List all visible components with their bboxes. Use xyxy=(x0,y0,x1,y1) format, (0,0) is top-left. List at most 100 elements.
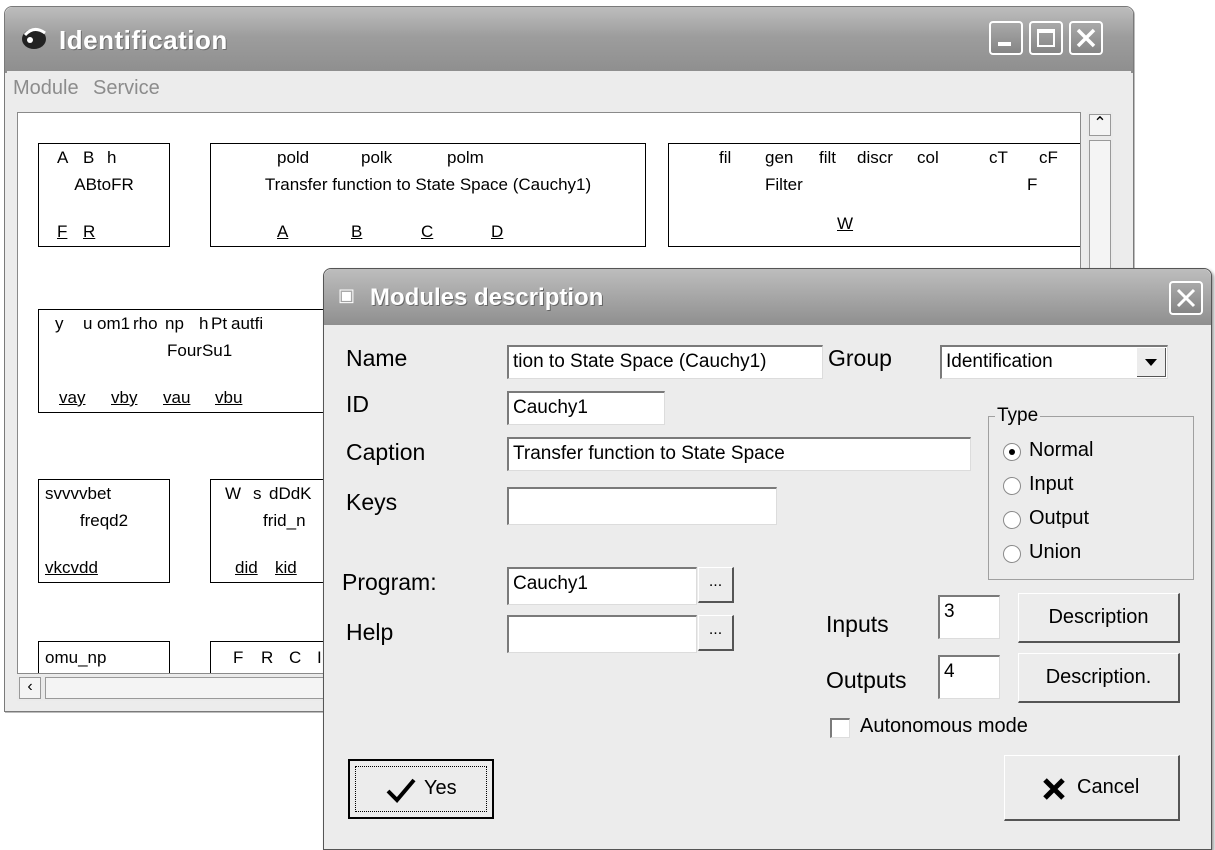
input-port: C xyxy=(289,648,302,667)
module-name: ABtoFR xyxy=(74,175,134,194)
output-port: F xyxy=(57,222,68,241)
scroll-left-icon[interactable]: ‹ xyxy=(19,677,41,699)
app-icon xyxy=(22,28,46,49)
help-field[interactable] xyxy=(507,615,697,653)
output-port: did xyxy=(235,558,258,577)
input-port: Pt xyxy=(211,314,228,333)
input-port: h xyxy=(199,314,209,333)
input-port: fil xyxy=(719,148,732,167)
module-tf2ss[interactable]: pold polk polm Transfer function to Stat… xyxy=(210,143,646,247)
menu-service[interactable]: Service xyxy=(93,77,160,100)
output-port: vbu xyxy=(215,388,243,407)
id-field[interactable]: Cauchy1 xyxy=(507,391,665,425)
menu-module[interactable]: Module xyxy=(13,77,79,100)
outputs-field[interactable]: 4 xyxy=(938,655,1000,699)
module-abtofr[interactable]: A B h ABtoFR F R xyxy=(38,143,170,247)
type-option-output: Output xyxy=(1029,507,1090,529)
module-name: Filter xyxy=(765,175,803,194)
input-port: dDdK xyxy=(269,484,312,503)
maximize-button[interactable] xyxy=(1029,21,1063,55)
outputs-description-button[interactable]: Description. xyxy=(1018,653,1180,703)
output-port: vby xyxy=(111,388,138,407)
inputs-description-button[interactable]: Description xyxy=(1018,593,1180,643)
module-name: Transfer function to State Space (Cauchy… xyxy=(264,175,592,194)
x-icon xyxy=(1043,778,1065,800)
group-dropdown-button[interactable] xyxy=(1137,348,1166,377)
input-port: polm xyxy=(447,148,484,167)
input-port: discr xyxy=(857,148,893,167)
help-label: Help xyxy=(346,619,394,645)
close-icon xyxy=(1076,28,1096,48)
autonomous-checkbox[interactable] xyxy=(830,718,850,738)
input-port: svvvvbet xyxy=(45,484,112,503)
maximize-icon xyxy=(1037,29,1055,47)
program-label: Program: xyxy=(342,569,437,595)
program-field[interactable]: Cauchy1 xyxy=(507,567,697,605)
close-button[interactable] xyxy=(1069,21,1103,55)
input-port: R xyxy=(261,648,274,667)
dialog-title: Modules description xyxy=(370,284,604,311)
input-port: I xyxy=(317,648,322,667)
module-omu-np[interactable]: omu_np xyxy=(38,641,170,673)
group-selected-value: Identification xyxy=(946,351,1053,372)
window-title: Identification xyxy=(59,25,228,55)
input-port: rho xyxy=(133,314,158,333)
type-label: Type xyxy=(995,405,1041,427)
dialog-app-icon: ▣ xyxy=(338,285,356,305)
module-freqd2[interactable]: svvvvbet freqd2 vkcvdd xyxy=(38,479,170,583)
output-port: vay xyxy=(59,388,86,407)
type-radio-output[interactable] xyxy=(1003,511,1021,529)
input-port: autfi xyxy=(231,314,264,333)
group-select[interactable]: Identification xyxy=(940,345,1168,379)
module-foursu1[interactable]: y u om1 rho np h Pt autfi FourSu1 vay vb… xyxy=(38,309,338,413)
inputs-field[interactable]: 3 xyxy=(938,595,1000,639)
dialog-close-button[interactable] xyxy=(1169,281,1203,315)
input-port: F xyxy=(233,648,244,667)
input-port: y xyxy=(55,314,64,333)
module-frid-n[interactable]: W s dDdK frid_n did kid xyxy=(210,479,340,583)
input-port: pold xyxy=(277,148,310,167)
scroll-up-icon[interactable]: ⌃ xyxy=(1089,114,1111,136)
output-port: C xyxy=(421,222,434,241)
module-frc[interactable]: F R C I xyxy=(210,641,340,673)
cancel-button[interactable]: Cancel xyxy=(1004,755,1180,821)
main-title-bar[interactable]: Identification xyxy=(5,7,1133,73)
checkmark-icon xyxy=(386,778,416,803)
output-port: B xyxy=(351,222,363,241)
input-port: om1 xyxy=(97,314,131,333)
type-radio-input[interactable] xyxy=(1003,477,1021,495)
id-label: ID xyxy=(346,391,369,417)
outputs-label: Outputs xyxy=(826,667,907,693)
menu-bar: Module Service xyxy=(7,71,1131,105)
type-option-normal: Normal xyxy=(1029,439,1094,461)
type-option-input: Input xyxy=(1029,473,1074,495)
minimize-button[interactable] xyxy=(989,21,1023,55)
group-label: Group xyxy=(828,345,892,371)
type-radio-union[interactable] xyxy=(1003,545,1021,563)
output-port: A xyxy=(277,222,289,241)
module-name-2: F xyxy=(1027,175,1038,194)
input-port: omu_np xyxy=(45,648,107,667)
dialog-title-bar[interactable]: ▣ Modules description xyxy=(324,269,1211,325)
yes-button[interactable]: Yes xyxy=(348,759,494,819)
input-port: gen xyxy=(765,148,794,167)
output-port: kid xyxy=(275,558,297,577)
keys-field[interactable] xyxy=(507,487,777,525)
module-filter[interactable]: fil gen filt discr col cT cF Filter F W xyxy=(668,143,1080,247)
inputs-label: Inputs xyxy=(826,611,889,637)
modules-description-dialog: ▣ Modules description Name tion to State… xyxy=(323,268,1212,850)
input-port: W xyxy=(225,484,242,503)
name-field[interactable]: tion to State Space (Cauchy1) xyxy=(507,345,823,379)
program-browse-button[interactable]: ... xyxy=(698,567,734,603)
name-label: Name xyxy=(346,345,408,371)
input-port: cT xyxy=(989,148,1008,167)
input-port: h xyxy=(107,148,117,167)
chevron-down-icon xyxy=(1145,359,1157,366)
caption-field[interactable]: Transfer function to State Space xyxy=(507,437,971,471)
yes-label: Yes xyxy=(424,777,457,799)
output-port: W xyxy=(837,214,854,233)
keys-label: Keys xyxy=(346,489,398,515)
type-radio-normal[interactable] xyxy=(1003,443,1021,461)
help-browse-button[interactable]: ... xyxy=(698,615,734,651)
input-port: B xyxy=(83,148,95,167)
